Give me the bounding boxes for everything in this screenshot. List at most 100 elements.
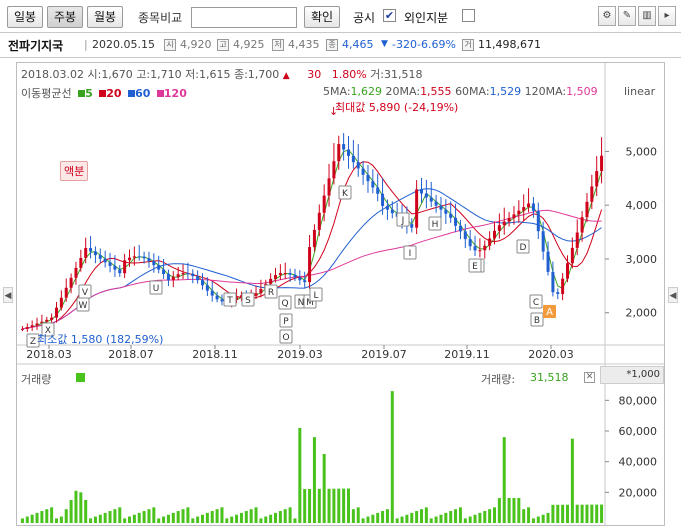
volume-bar	[74, 490, 78, 523]
candle-body	[337, 144, 341, 162]
split-badge[interactable]: 액분	[60, 161, 89, 181]
volume-bar	[410, 512, 414, 523]
volume-bar	[35, 512, 39, 523]
ohlc-change-pct: 1.80%	[331, 68, 367, 81]
candle-body	[220, 299, 224, 302]
max-value-label: 최대값 5,890 (-24,19%)	[335, 101, 459, 114]
volume-bar	[162, 516, 166, 523]
candle-body	[308, 247, 312, 283]
scroll-right-arrow[interactable]: ◀	[668, 287, 678, 303]
event-marker-letter: S	[245, 296, 251, 306]
confirm-button[interactable]: 확인	[304, 6, 340, 28]
candle-body	[171, 276, 175, 281]
settings-icon[interactable]: ⚙	[598, 6, 616, 26]
volume-bar	[580, 504, 584, 523]
volume-bar	[303, 489, 307, 523]
foreign-checkbox[interactable]	[462, 9, 475, 22]
volume-bar	[55, 518, 58, 523]
up-arrow-icon: ▲	[282, 71, 290, 81]
scale-mode[interactable]: linear	[624, 85, 655, 98]
disclosure-checkbox[interactable]: ✔	[383, 9, 396, 22]
volume-bar	[322, 454, 326, 523]
price-tick-label: 5,000	[626, 145, 658, 158]
candle-body	[317, 212, 321, 230]
volume-bar	[551, 504, 555, 523]
monthly-button[interactable]: 월봉	[87, 6, 123, 28]
scroll-left-arrow[interactable]: ◀	[3, 287, 13, 303]
time-tick-label: 2020.03	[528, 348, 574, 361]
volume-bar	[566, 504, 569, 523]
event-marker-letter: O	[282, 333, 289, 343]
volume-bar	[337, 488, 341, 523]
ohlc-vol-label: 거:	[370, 68, 384, 81]
candle-body	[142, 256, 146, 259]
draw-pencil-icon[interactable]: ✎	[618, 6, 636, 26]
info-volume: 11,498,671	[478, 38, 541, 51]
candle-body	[595, 171, 599, 187]
candle-body	[361, 168, 365, 175]
chart-panel-icon[interactable]: ▥	[638, 6, 656, 26]
event-marker-letter: L	[313, 291, 318, 301]
price-chart[interactable]: 5,000 4,000 3,000 2,000 2018.03 2018.07 2018.1…	[17, 63, 664, 525]
ohlc-high: 1,710	[150, 68, 182, 81]
candle-body	[181, 273, 185, 275]
volume-bar	[522, 509, 526, 523]
volume-bar	[40, 511, 44, 523]
compare-input[interactable]	[191, 7, 297, 28]
volume-bar	[288, 507, 292, 523]
volume-bar	[595, 504, 599, 523]
candle-body	[269, 278, 273, 284]
info-close: 4,465	[342, 38, 374, 51]
candle-body	[30, 325, 34, 328]
volume-bar	[244, 511, 248, 523]
ma20-value: 1,555	[420, 85, 452, 98]
ma-legend: 이동평균선 5 20 60 120	[21, 85, 187, 101]
volume-bar	[293, 518, 297, 523]
volume-icon: 거	[462, 39, 474, 51]
volume-bar	[556, 504, 560, 523]
weekly-button[interactable]: 주봉	[47, 6, 83, 28]
candle-body	[123, 260, 127, 274]
volume-bar	[468, 516, 472, 523]
candle-body	[327, 178, 331, 196]
volume-bar	[454, 509, 458, 523]
candle-body	[424, 193, 428, 198]
ohlc-open: 1,670	[101, 68, 133, 81]
candle-body	[74, 267, 78, 278]
info-change: -320	[392, 38, 417, 51]
volume-bar	[230, 516, 234, 523]
candle-body	[342, 144, 346, 150]
info-open: 4,920	[180, 38, 212, 51]
ohlc-low: 1,615	[198, 68, 231, 81]
candle-body	[84, 248, 88, 258]
volume-bar	[69, 500, 73, 523]
event-marker-letter: R	[268, 288, 274, 298]
ma5-value-label: 5MA:	[323, 85, 351, 98]
volume-bar	[113, 509, 117, 523]
ma120-value-label: 120MA:	[524, 85, 567, 98]
volume-bar	[118, 507, 122, 523]
candle-body	[502, 221, 506, 226]
candle-body	[293, 274, 297, 278]
volume-bar	[249, 509, 253, 523]
close-icon[interactable]: ✕	[584, 372, 595, 383]
volume-bar	[98, 514, 102, 523]
volume-bar	[356, 507, 360, 523]
expand-icon[interactable]: ▸	[658, 6, 676, 26]
candle-body	[35, 323, 39, 326]
candle-body	[89, 248, 93, 252]
candle-body	[512, 214, 516, 218]
volume-bar	[201, 514, 204, 523]
ma120-swatch	[156, 90, 164, 97]
daily-button[interactable]: 일봉	[7, 6, 43, 28]
volume-bar	[235, 514, 239, 523]
volume-bar	[93, 516, 97, 523]
volume-bar	[483, 511, 487, 523]
volume-bar	[220, 507, 224, 523]
volume-bar	[351, 509, 355, 523]
stock-name: 전파기지국	[8, 39, 64, 53]
volume-bar	[546, 512, 550, 523]
candle-body	[108, 262, 112, 266]
event-marker-letter: Q	[281, 299, 288, 309]
stock-info-bar: 전파기지국 | 2020.05.15 시 4,920 고 4,925 저 4,4…	[0, 32, 681, 58]
